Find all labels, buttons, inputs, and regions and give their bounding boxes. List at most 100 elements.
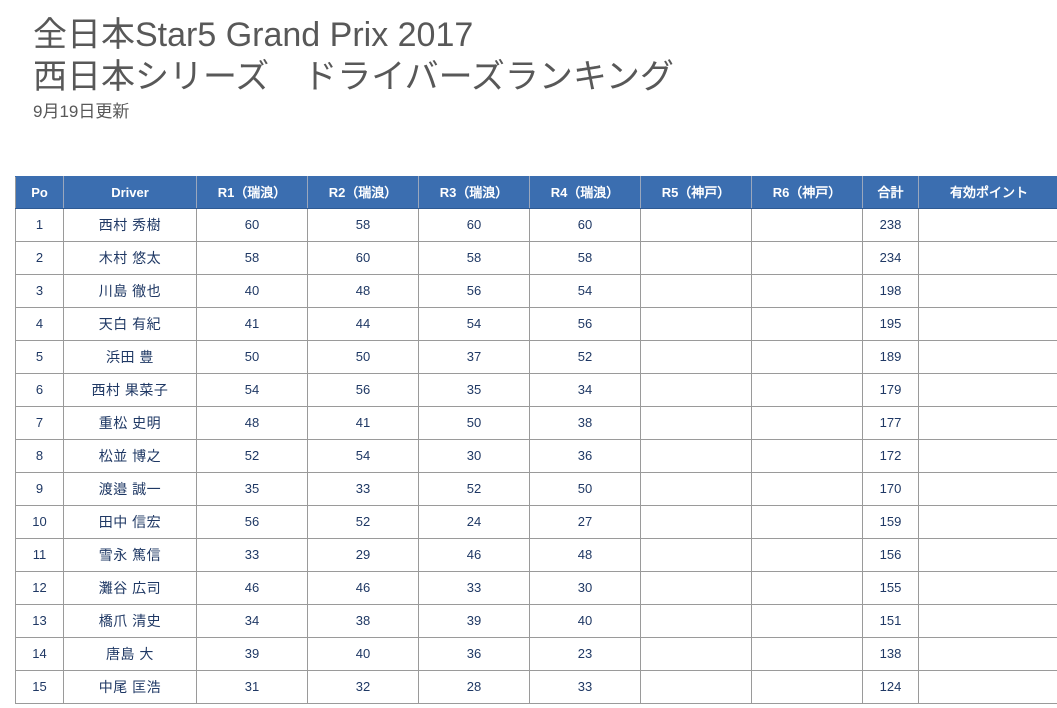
cell-round-1-points: 40: [196, 274, 308, 308]
cell-round-4-points: 33: [529, 670, 641, 704]
cell-round-1-points: 34: [196, 604, 308, 638]
cell-round-4-points: 56: [529, 307, 641, 341]
cell-round-3-points: 39: [418, 604, 530, 638]
table-header: Po Driver R1（瑞浪） R2（瑞浪） R3（瑞浪） R4（瑞浪） R5…: [15, 176, 1057, 209]
column-header-r1: R1（瑞浪）: [196, 176, 308, 209]
cell-round-5-points: [640, 439, 752, 473]
cell-round-2-points: 29: [307, 538, 419, 572]
cell-effective-points: [918, 373, 1057, 407]
cell-driver-name: 木村 悠太: [63, 241, 197, 275]
cell-driver-name: 天白 有紀: [63, 307, 197, 341]
last-updated-label: 9月19日更新: [33, 102, 130, 121]
cell-total-points: 177: [862, 406, 919, 440]
table-row: 6 西村 果菜子 54 56 35 34 179: [15, 373, 1057, 407]
cell-position: 5: [15, 340, 64, 374]
cell-round-5-points: [640, 505, 752, 539]
cell-round-1-points: 39: [196, 637, 308, 671]
cell-effective-points: [918, 241, 1057, 275]
cell-round-2-points: 46: [307, 571, 419, 605]
driver-ranking-table: Po Driver R1（瑞浪） R2（瑞浪） R3（瑞浪） R4（瑞浪） R5…: [15, 176, 1057, 704]
cell-round-3-points: 28: [418, 670, 530, 704]
column-header-r6: R6（神戸）: [751, 176, 863, 209]
cell-position: 7: [15, 406, 64, 440]
cell-round-2-points: 32: [307, 670, 419, 704]
cell-round-5-points: [640, 208, 752, 242]
cell-round-3-points: 33: [418, 571, 530, 605]
cell-round-2-points: 50: [307, 340, 419, 374]
column-header-total: 合計: [862, 176, 919, 209]
column-header-r5: R5（神戸）: [640, 176, 752, 209]
cell-round-6-points: [751, 538, 863, 572]
cell-round-6-points: [751, 505, 863, 539]
cell-round-3-points: 60: [418, 208, 530, 242]
column-header-r2: R2（瑞浪）: [307, 176, 419, 209]
cell-driver-name: 田中 信宏: [63, 505, 197, 539]
cell-driver-name: 重松 史明: [63, 406, 197, 440]
cell-round-1-points: 48: [196, 406, 308, 440]
cell-position: 6: [15, 373, 64, 407]
table-row: 11 雪永 篤信 33 29 46 48 156: [15, 538, 1057, 572]
cell-round-5-points: [640, 604, 752, 638]
cell-round-5-points: [640, 406, 752, 440]
cell-round-2-points: 60: [307, 241, 419, 275]
cell-effective-points: [918, 604, 1057, 638]
cell-effective-points: [918, 670, 1057, 704]
cell-effective-points: [918, 208, 1057, 242]
cell-round-4-points: 48: [529, 538, 641, 572]
cell-round-1-points: 35: [196, 472, 308, 506]
cell-total-points: 155: [862, 571, 919, 605]
cell-round-2-points: 48: [307, 274, 419, 308]
cell-round-3-points: 35: [418, 373, 530, 407]
cell-round-1-points: 58: [196, 241, 308, 275]
table-row: 7 重松 史明 48 41 50 38 177: [15, 406, 1057, 440]
cell-position: 15: [15, 670, 64, 704]
table-row: 15 中尾 匡浩 31 32 28 33 124: [15, 670, 1057, 704]
column-header-effective-points: 有効ポイント: [918, 176, 1057, 209]
cell-position: 1: [15, 208, 64, 242]
cell-round-2-points: 41: [307, 406, 419, 440]
cell-round-1-points: 54: [196, 373, 308, 407]
cell-total-points: 138: [862, 637, 919, 671]
cell-total-points: 151: [862, 604, 919, 638]
cell-effective-points: [918, 307, 1057, 341]
cell-round-1-points: 31: [196, 670, 308, 704]
cell-round-3-points: 24: [418, 505, 530, 539]
cell-round-6-points: [751, 208, 863, 242]
cell-total-points: 170: [862, 472, 919, 506]
cell-total-points: 198: [862, 274, 919, 308]
cell-driver-name: 橋爪 清史: [63, 604, 197, 638]
cell-round-4-points: 38: [529, 406, 641, 440]
cell-total-points: 195: [862, 307, 919, 341]
cell-driver-name: 唐島 大: [63, 637, 197, 671]
cell-round-4-points: 34: [529, 373, 641, 407]
cell-round-2-points: 56: [307, 373, 419, 407]
cell-position: 10: [15, 505, 64, 539]
cell-total-points: 238: [862, 208, 919, 242]
cell-round-4-points: 23: [529, 637, 641, 671]
cell-driver-name: 浜田 豊: [63, 340, 197, 374]
column-header-r3: R3（瑞浪）: [418, 176, 530, 209]
table-row: 8 松並 博之 52 54 30 36 172: [15, 439, 1057, 473]
cell-round-3-points: 50: [418, 406, 530, 440]
cell-round-4-points: 54: [529, 274, 641, 308]
table-row: 14 唐島 大 39 40 36 23 138: [15, 637, 1057, 671]
cell-round-3-points: 58: [418, 241, 530, 275]
cell-position: 14: [15, 637, 64, 671]
cell-position: 11: [15, 538, 64, 572]
cell-round-5-points: [640, 472, 752, 506]
cell-effective-points: [918, 472, 1057, 506]
cell-effective-points: [918, 637, 1057, 671]
cell-total-points: 159: [862, 505, 919, 539]
cell-position: 9: [15, 472, 64, 506]
cell-round-1-points: 56: [196, 505, 308, 539]
table-row: 12 灘谷 広司 46 46 33 30 155: [15, 571, 1057, 605]
page-title-line-1: 全日本Star5 Grand Prix 2017: [33, 16, 474, 54]
cell-round-4-points: 50: [529, 472, 641, 506]
cell-round-6-points: [751, 571, 863, 605]
cell-round-1-points: 50: [196, 340, 308, 374]
cell-round-2-points: 54: [307, 439, 419, 473]
cell-round-3-points: 46: [418, 538, 530, 572]
cell-round-6-points: [751, 307, 863, 341]
cell-round-5-points: [640, 241, 752, 275]
cell-round-3-points: 56: [418, 274, 530, 308]
